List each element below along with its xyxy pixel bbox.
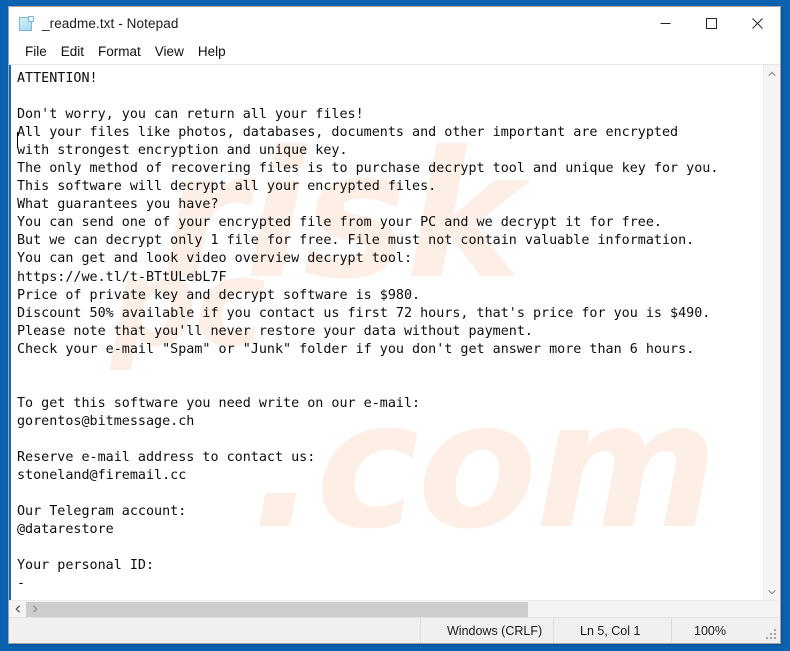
- status-zoom-level: 100%: [671, 618, 780, 643]
- ransom-note-text: ATTENTION! Don't worry, you can return a…: [17, 71, 719, 592]
- editor-row: risk .com pc ATTENTION! Don't worry, you…: [9, 65, 780, 600]
- horizontal-scroll-thumb[interactable]: [26, 602, 528, 617]
- text-editor[interactable]: risk .com pc ATTENTION! Don't worry, you…: [9, 65, 763, 600]
- status-bar: Windows (CRLF) Ln 5, Col 1 100%: [9, 617, 780, 643]
- menu-item-view[interactable]: View: [148, 42, 191, 62]
- menu-item-edit[interactable]: Edit: [54, 42, 91, 62]
- scroll-down-arrow-icon[interactable]: [764, 583, 781, 600]
- notepad-window: _readme.txt - Notepad File Edit Format V…: [8, 6, 781, 644]
- vertical-scrollbar[interactable]: [763, 65, 780, 600]
- title-bar: _readme.txt - Notepad: [9, 7, 780, 40]
- notepad-document-icon: [18, 15, 35, 32]
- menu-bar: File Edit Format View Help: [9, 40, 780, 64]
- text-caret: [17, 132, 18, 148]
- scroll-right-arrow-icon[interactable]: [26, 601, 43, 618]
- maximize-button[interactable]: [688, 7, 734, 40]
- status-cursor-position: Ln 5, Col 1: [553, 618, 671, 643]
- menu-item-format[interactable]: Format: [91, 42, 148, 62]
- title-bar-left: _readme.txt - Notepad: [9, 15, 642, 32]
- editor-area: risk .com pc ATTENTION! Don't worry, you…: [9, 64, 780, 617]
- window-title: _readme.txt - Notepad: [42, 16, 179, 31]
- minimize-button[interactable]: [642, 7, 688, 40]
- menu-item-help[interactable]: Help: [191, 42, 233, 62]
- window-controls: [642, 7, 780, 40]
- horizontal-scrollbar[interactable]: [9, 600, 780, 617]
- resize-grip-icon[interactable]: [766, 629, 777, 640]
- scroll-left-arrow-icon[interactable]: [9, 601, 26, 618]
- status-encoding: Windows (CRLF): [420, 618, 553, 643]
- scroll-up-arrow-icon[interactable]: [764, 65, 781, 82]
- status-bar-spacer: [9, 618, 420, 643]
- menu-item-file[interactable]: File: [18, 42, 54, 62]
- close-button[interactable]: [734, 7, 780, 40]
